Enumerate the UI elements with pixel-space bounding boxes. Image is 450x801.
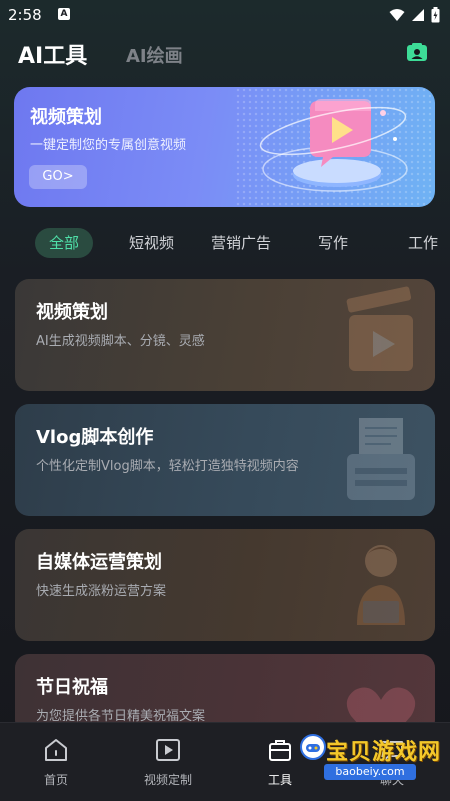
nav-video-custom-label: 视频定制 bbox=[143, 773, 192, 787]
card-title: 自媒体运营策划 bbox=[36, 552, 162, 573]
wifi-icon bbox=[389, 9, 405, 21]
category-work[interactable]: 工作 bbox=[408, 228, 438, 258]
battery-icon bbox=[431, 7, 440, 23]
header: AI工具 AI绘画 bbox=[0, 30, 450, 76]
nav-home-label: 首页 bbox=[43, 773, 68, 787]
banner-title: 视频策划 bbox=[30, 107, 102, 128]
category-all[interactable]: 全部 bbox=[35, 228, 93, 258]
status-time: 2:58 bbox=[8, 6, 42, 24]
card-description: 个性化定制Vlog脚本，轻松打造独特视频内容 bbox=[36, 459, 299, 474]
home-icon bbox=[45, 739, 67, 761]
tab-ai-tools[interactable]: AI工具 bbox=[18, 38, 87, 70]
nav-video-custom[interactable]: 视频定制 bbox=[128, 737, 208, 793]
person-laptop-icon bbox=[357, 545, 405, 625]
tool-card-video-planning[interactable]: 视频策划 AI生成视频脚本、分镜、灵感 bbox=[15, 279, 435, 391]
card-description: 快速生成涨粉运营方案 bbox=[36, 584, 167, 599]
signal-icon bbox=[412, 9, 424, 21]
watermark: 宝贝游戏网 baobeiy.com bbox=[300, 728, 448, 784]
toolbox-icon bbox=[269, 740, 291, 761]
card-title: 视频策划 bbox=[36, 302, 108, 323]
card-title: Vlog脚本创作 bbox=[36, 427, 154, 448]
status-icons bbox=[389, 6, 440, 24]
category-short-video[interactable]: 短视频 bbox=[129, 228, 174, 258]
tool-card-vlog-script[interactable]: Vlog脚本创作 个性化定制Vlog脚本，轻松打造独特视频内容 bbox=[15, 404, 435, 516]
video-play-icon bbox=[156, 739, 180, 761]
video-clapper-icon bbox=[346, 286, 413, 371]
watermark-url: baobeiy.com bbox=[324, 764, 416, 780]
card-description: AI生成视频脚本、分镜、灵感 bbox=[36, 334, 205, 349]
card-title: 节日祝福 bbox=[36, 677, 108, 698]
category-writing[interactable]: 写作 bbox=[318, 228, 348, 258]
category-tabs: 全部 短视频 营销广告 写作 工作 bbox=[0, 226, 450, 262]
banner-go-button[interactable]: GO> bbox=[29, 165, 87, 189]
typewriter-icon bbox=[347, 418, 415, 500]
banner-subtitle: 一键定制您的专属创意视频 bbox=[30, 138, 187, 153]
watermark-text: 宝贝游戏网 bbox=[326, 740, 442, 765]
nav-home[interactable]: 首页 bbox=[16, 737, 96, 793]
tab-ai-painting[interactable]: AI绘画 bbox=[126, 42, 183, 68]
profile-card-icon[interactable] bbox=[406, 42, 428, 62]
notification-badge-icon: A bbox=[58, 8, 70, 20]
banner-video-planning[interactable]: 视频策划 一键定制您的专属创意视频 GO> bbox=[14, 87, 435, 207]
gamepad-icon bbox=[300, 734, 326, 760]
category-marketing[interactable]: 营销广告 bbox=[211, 228, 271, 258]
tool-card-media-ops[interactable]: 自媒体运营策划 快速生成涨粉运营方案 bbox=[15, 529, 435, 641]
video-play-3d-icon bbox=[259, 99, 408, 192]
status-bar: 2:58 A bbox=[0, 0, 450, 30]
